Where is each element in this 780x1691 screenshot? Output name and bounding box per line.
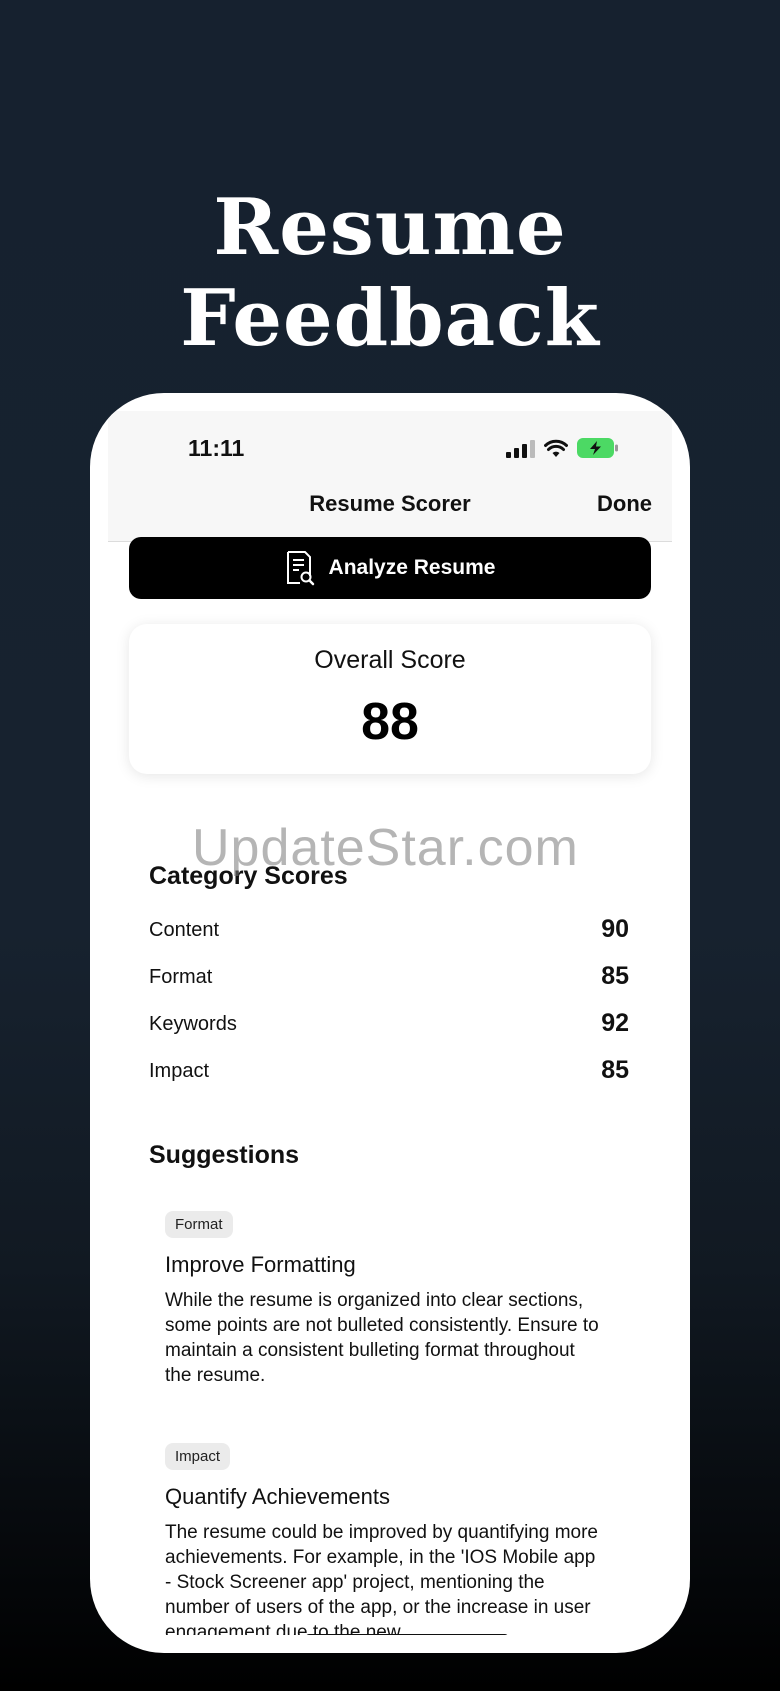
app-screen: 11:11 Resume Scorer Done Analyze Resume …	[108, 411, 672, 1635]
category-row-content: Content 90	[149, 915, 629, 945]
category-row-keywords: Keywords 92	[149, 1009, 629, 1039]
category-name: Format	[149, 966, 213, 988]
category-row-format: Format 85	[149, 962, 629, 992]
nav-title: Resume Scorer	[309, 491, 471, 516]
home-indicator[interactable]	[306, 1634, 508, 1635]
document-search-icon	[286, 551, 314, 586]
category-name: Keywords	[149, 1013, 237, 1035]
status-time: 11:11	[188, 435, 245, 461]
cellular-signal-icon	[506, 440, 535, 458]
status-icons	[506, 436, 619, 458]
headline: Resume Feedback	[180, 182, 600, 364]
suggestion-title: Improve Formatting	[165, 1252, 356, 1277]
category-name: Content	[149, 919, 220, 941]
analyze-button-label: Analyze Resume	[328, 556, 496, 579]
suggestions-title: Suggestions	[149, 1141, 300, 1169]
overall-score-value: 88	[361, 693, 419, 751]
category-score: 92	[601, 1009, 629, 1037]
category-score: 85	[601, 962, 629, 990]
navigation-bar: 11:11 Resume Scorer Done	[108, 411, 672, 542]
suggestion-tag: Format	[165, 1211, 233, 1238]
category-name: Impact	[149, 1060, 210, 1082]
phone-frame: 11:11 Resume Scorer Done Analyze Resume …	[90, 393, 690, 1653]
category-score: 90	[601, 915, 629, 943]
category-score: 85	[601, 1056, 629, 1084]
suggestion-body: While the resume is organized into clear…	[165, 1290, 599, 1386]
category-row-impact: Impact 85	[149, 1056, 629, 1086]
watermark: UpdateStar.com	[192, 819, 579, 877]
overall-score-card: Overall Score 88	[129, 624, 651, 774]
suggestion-title: Quantify Achievements	[165, 1484, 391, 1509]
overall-score-label: Overall Score	[314, 646, 466, 674]
battery-charging-icon	[577, 438, 618, 458]
analyze-resume-button[interactable]: Analyze Resume	[129, 537, 651, 599]
suggestion-tag: Impact	[165, 1443, 231, 1470]
wifi-icon	[544, 439, 568, 457]
done-button[interactable]: Done	[597, 491, 652, 517]
suggestion-item: Impact Quantify Achievements The resume …	[165, 1443, 605, 1635]
suggestion-body: The resume could be improved by quantify…	[165, 1522, 599, 1635]
suggestion-item: Format Improve Formatting While the resu…	[165, 1211, 605, 1388]
